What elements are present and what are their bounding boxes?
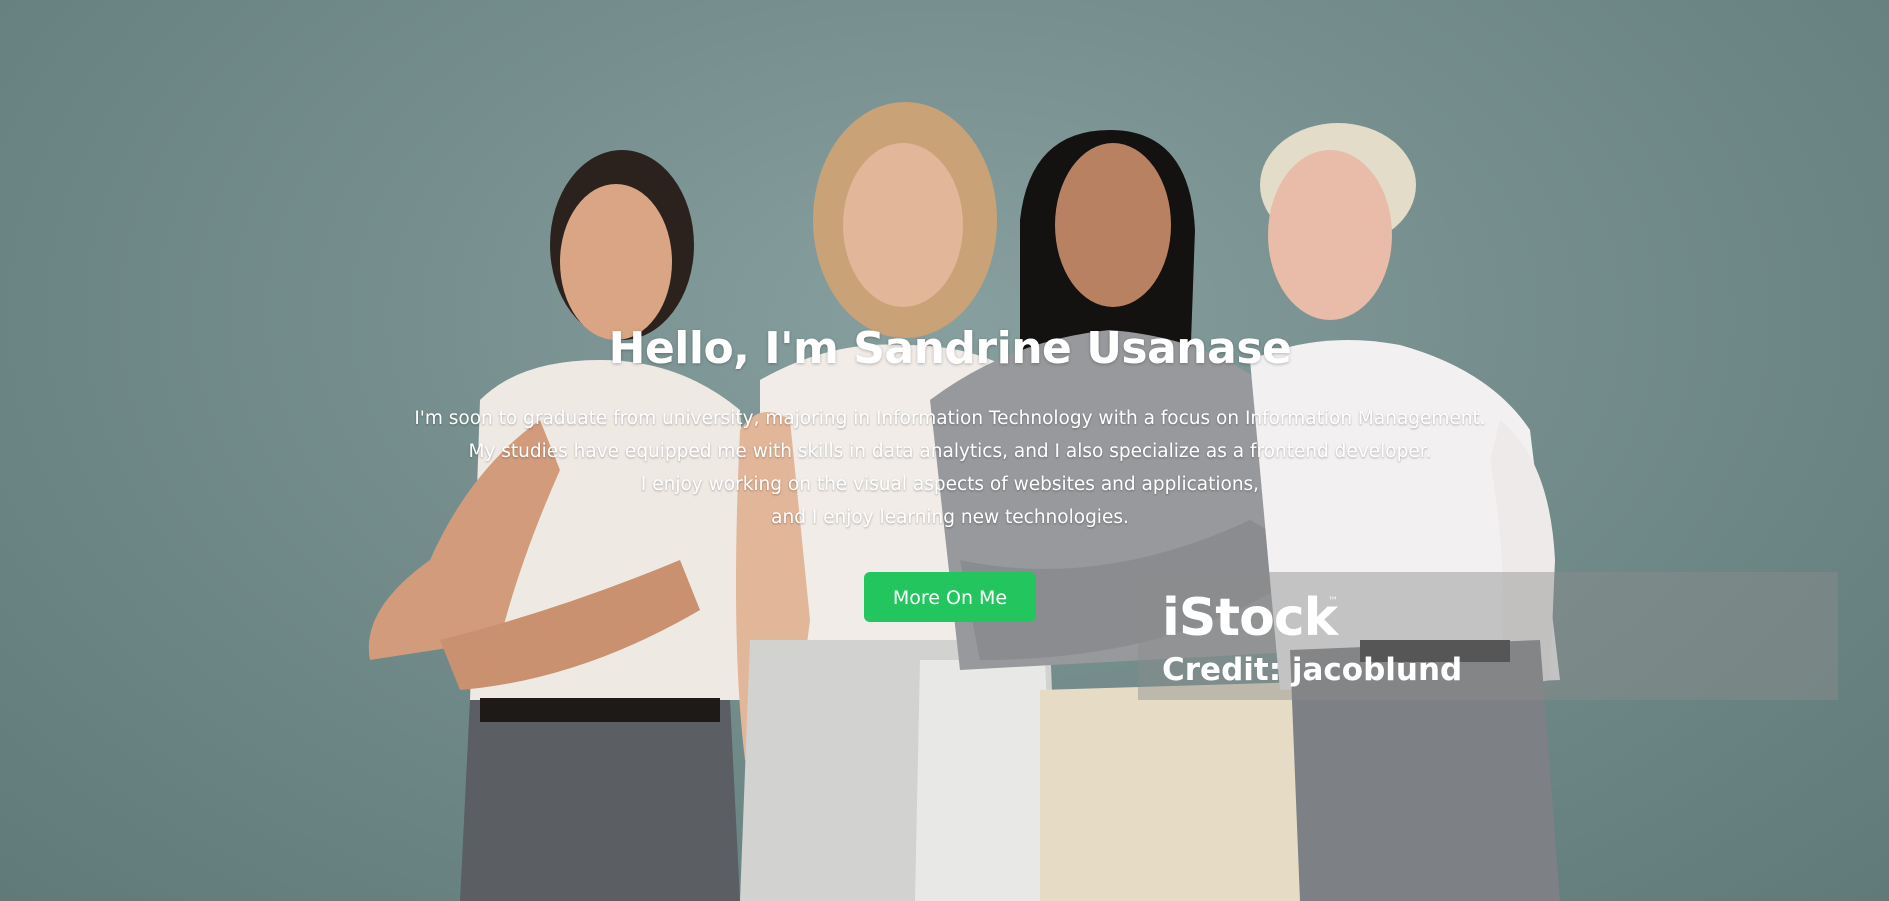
hero-section: iStock ™ Credit: jacoblund Hello, I'm Sa… — [0, 0, 1889, 901]
intro-line: My studies have equipped me with skills … — [468, 441, 1432, 462]
photo-credit: Credit: jacoblund — [1162, 652, 1463, 688]
intro-line: and I enjoy learning new technologies. — [771, 507, 1129, 528]
hero-content: Hello, I'm Sandrine Usanase I'm soon to … — [0, 318, 1889, 622]
intro-line: I enjoy working on the visual aspects of… — [640, 474, 1260, 495]
hero-title: Hello, I'm Sandrine Usanase — [608, 323, 1292, 374]
hero-intro: I'm soon to graduate from university, ma… — [0, 402, 1889, 534]
more-on-me-button[interactable]: More On Me — [864, 571, 1036, 622]
intro-line: I'm soon to graduate from university, ma… — [414, 408, 1486, 429]
